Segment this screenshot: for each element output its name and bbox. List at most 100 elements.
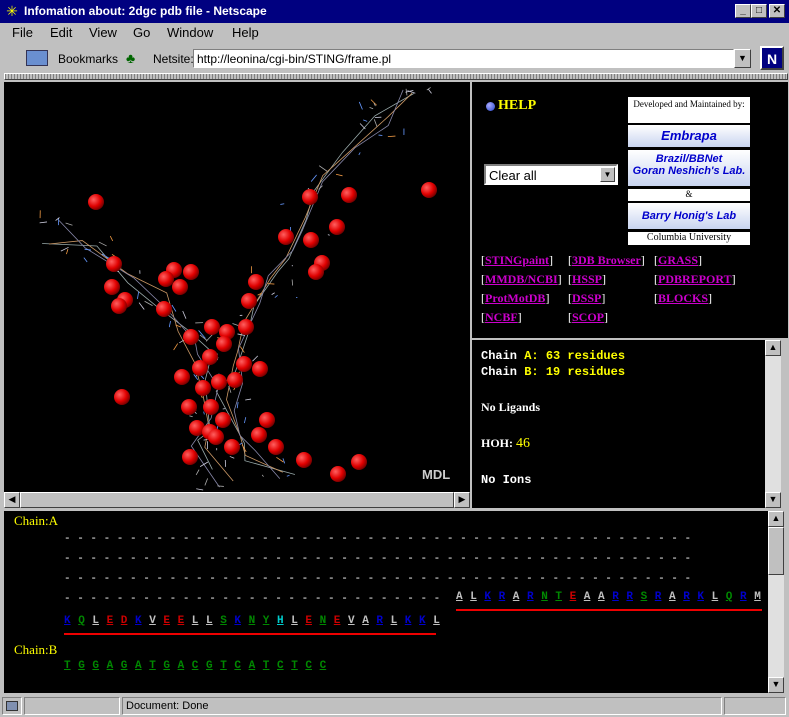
link-pdbreport[interactable]: [PDBREPORT] [654, 272, 736, 287]
molecule-viewer[interactable]: MDL [4, 82, 470, 492]
info-vertical-scrollbar[interactable]: ▲ ▼ [765, 340, 781, 508]
residue[interactable]: G [121, 660, 128, 672]
residue[interactable]: A [362, 615, 369, 627]
residue[interactable]: C [320, 660, 327, 672]
residue[interactable]: L [712, 591, 719, 603]
residue[interactable]: V [348, 615, 355, 627]
scroll-down-button[interactable]: ▼ [768, 677, 784, 693]
scroll-right-button[interactable]: ▶ [454, 492, 470, 508]
residue[interactable]: C [192, 660, 199, 672]
security-indicator[interactable] [2, 697, 22, 715]
residue[interactable]: T [64, 660, 71, 672]
residue[interactable]: R [740, 591, 747, 603]
residue[interactable]: T [555, 591, 562, 603]
url-dropdown-button[interactable]: ▼ [734, 49, 751, 68]
residue[interactable]: N [541, 591, 548, 603]
link-ncbf[interactable]: [NCBF] [481, 310, 522, 325]
maximize-button[interactable]: □ [751, 4, 767, 18]
residue[interactable]: A [669, 591, 676, 603]
residue[interactable]: G [92, 660, 99, 672]
residue[interactable]: L [192, 615, 199, 627]
menu-window[interactable]: Window [167, 25, 213, 40]
menu-view[interactable]: View [89, 25, 117, 40]
residue[interactable]: V [149, 615, 156, 627]
link-hssp[interactable]: [HSSP] [568, 272, 606, 287]
residue[interactable]: A [178, 660, 185, 672]
minimize-button[interactable]: _ [735, 4, 751, 18]
residue[interactable]: A [249, 660, 256, 672]
paint-select[interactable]: Clear all ▼ [484, 164, 618, 185]
residue[interactable]: L [470, 591, 477, 603]
residue[interactable]: R [612, 591, 619, 603]
residue[interactable]: A [598, 591, 605, 603]
menu-edit[interactable]: Edit [50, 25, 72, 40]
residue[interactable]: R [683, 591, 690, 603]
residue[interactable]: R [626, 591, 633, 603]
residue[interactable]: N [249, 615, 256, 627]
scroll-up-button[interactable]: ▲ [765, 340, 781, 356]
residue[interactable]: E [107, 615, 114, 627]
residue[interactable]: K [484, 591, 491, 603]
residue[interactable]: A [513, 591, 520, 603]
residue[interactable]: G [206, 660, 213, 672]
viewer-horizontal-scrollbar[interactable]: ◀ ▶ [4, 492, 470, 508]
link-3db-browser[interactable]: [3DB Browser] [568, 253, 645, 268]
url-field[interactable]: http://leonina/cgi-bin/STING/frame.pl [193, 49, 734, 68]
residue[interactable]: R [499, 591, 506, 603]
menu-help[interactable]: Help [232, 25, 259, 40]
residue[interactable]: D [121, 615, 128, 627]
residue[interactable]: N [320, 615, 327, 627]
link-stingpaint[interactable]: [STINGpaint] [481, 253, 553, 268]
residue[interactable]: Q [726, 591, 733, 603]
residue[interactable]: E [334, 615, 341, 627]
residue[interactable]: A [456, 591, 463, 603]
menu-go[interactable]: Go [133, 25, 150, 40]
residue[interactable]: Q [78, 615, 85, 627]
residue[interactable]: K [64, 615, 71, 627]
residue[interactable]: G [163, 660, 170, 672]
residue[interactable]: K [405, 615, 412, 627]
bookmarks-button[interactable]: Bookmarks [58, 52, 118, 66]
menu-file[interactable]: File [12, 25, 33, 40]
link-dssp[interactable]: [DSSP] [568, 291, 605, 306]
residue[interactable]: H [277, 615, 284, 627]
residue[interactable]: M [754, 591, 761, 603]
residue[interactable]: E [178, 615, 185, 627]
residue[interactable]: C [234, 660, 241, 672]
scroll-down-button[interactable]: ▼ [765, 492, 781, 508]
residue[interactable]: R [527, 591, 534, 603]
help-link[interactable]: HELP [498, 98, 536, 114]
residue[interactable]: L [92, 615, 99, 627]
scroll-up-button[interactable]: ▲ [768, 511, 784, 527]
residue[interactable]: K [135, 615, 142, 627]
residue[interactable]: R [376, 615, 383, 627]
residue[interactable]: T [263, 660, 270, 672]
residue[interactable]: R [655, 591, 662, 603]
link-blocks[interactable]: [BLOCKS] [654, 291, 712, 306]
residue[interactable]: C [305, 660, 312, 672]
residue[interactable]: A [107, 660, 114, 672]
netscape-throbber-icon[interactable]: N [760, 46, 784, 70]
residue[interactable]: L [291, 615, 298, 627]
scroll-thumb[interactable] [20, 492, 454, 508]
residue[interactable]: E [163, 615, 170, 627]
residue[interactable]: K [697, 591, 704, 603]
residue[interactable]: Y [263, 615, 270, 627]
residue[interactable]: L [433, 615, 440, 627]
residue[interactable]: T [291, 660, 298, 672]
residue[interactable]: T [220, 660, 227, 672]
toolbar-grip[interactable] [4, 73, 788, 80]
residue[interactable]: L [206, 615, 213, 627]
residue[interactable]: E [570, 591, 577, 603]
residue[interactable]: T [149, 660, 156, 672]
link-protmotdb[interactable]: [ProtMotDB] [481, 291, 549, 306]
residue[interactable]: G [78, 660, 85, 672]
residue[interactable]: A [135, 660, 142, 672]
embrapa-logo[interactable]: Embrapa [627, 124, 751, 148]
honig-lab-link[interactable]: Barry Honig's Lab [627, 202, 751, 230]
residue[interactable]: A [584, 591, 591, 603]
sequence-vertical-scrollbar[interactable]: ▲ ▼ [768, 511, 784, 693]
link-mmdb-ncbi[interactable]: [MMDB/NCBI] [481, 272, 562, 287]
residue[interactable]: K [234, 615, 241, 627]
residue[interactable]: L [391, 615, 398, 627]
